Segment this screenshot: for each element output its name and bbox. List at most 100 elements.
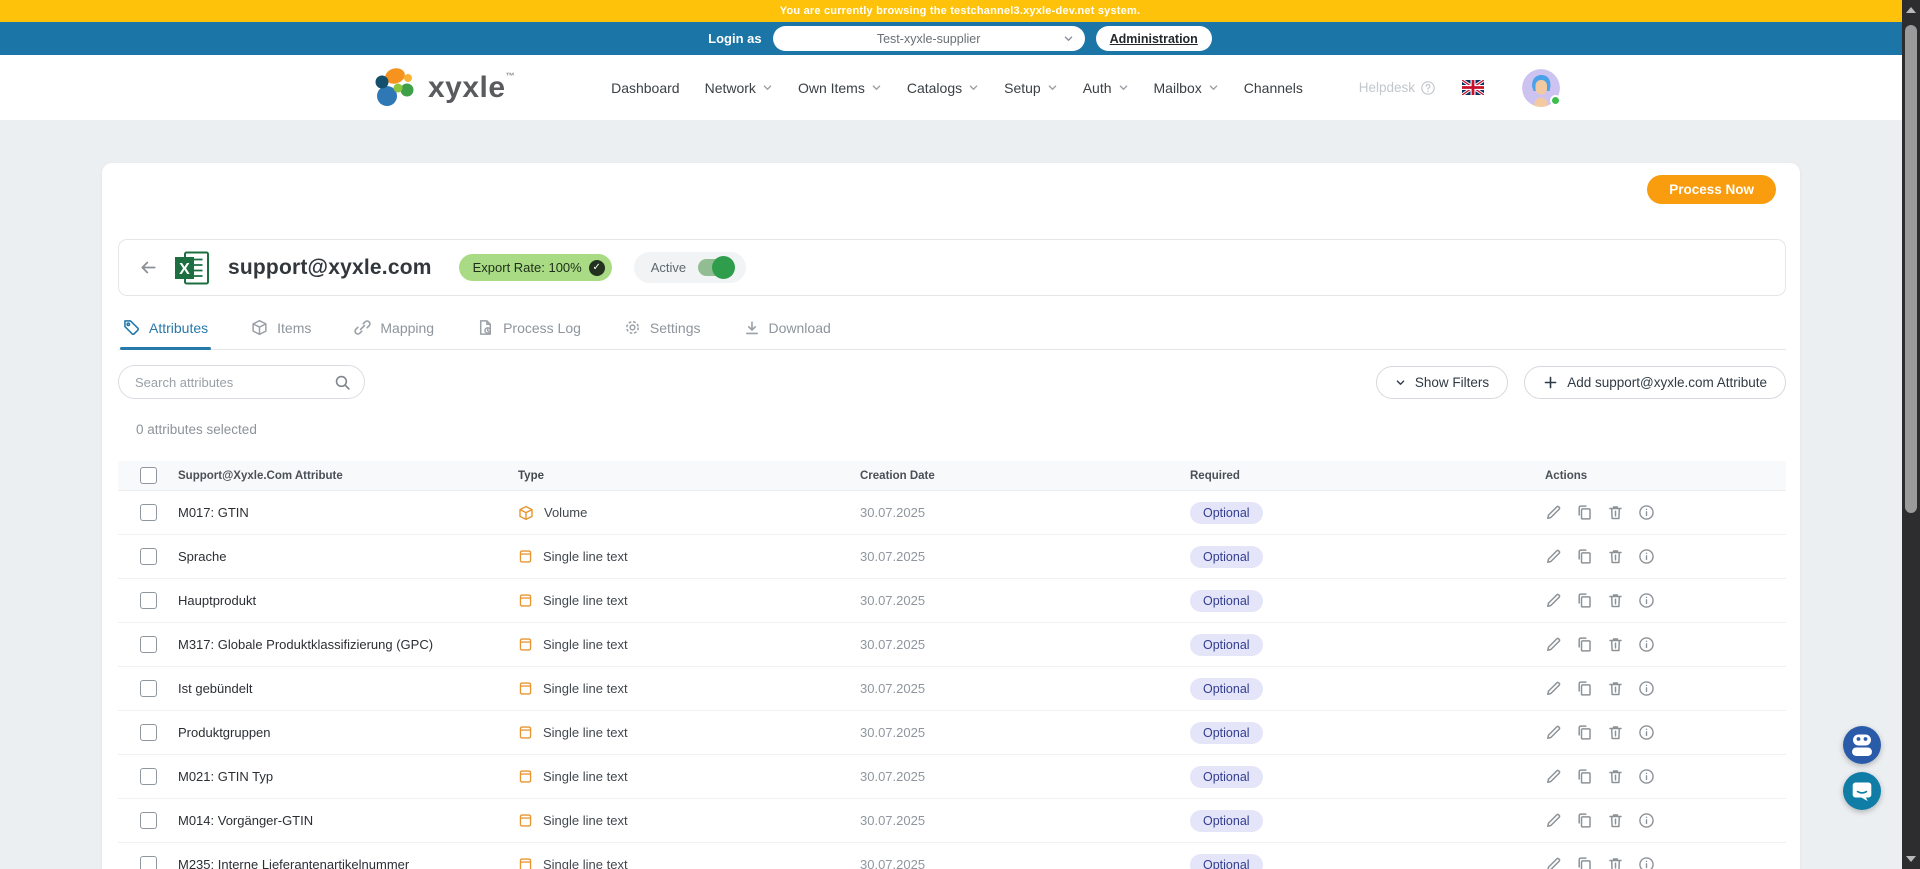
language-flag-uk[interactable] [1462,80,1484,95]
page-title: support@xyxle.com [228,256,432,280]
attribute-type-cell: Single line text [518,725,860,740]
tab-attributes[interactable]: Attributes [120,310,211,349]
info-button[interactable] [1638,768,1655,785]
edit-button[interactable] [1545,724,1562,741]
supplier-select-value: Test-xyxle-supplier [877,32,981,46]
helpdesk-link[interactable]: Helpdesk [1359,80,1436,96]
row-checkbox[interactable] [140,768,157,785]
edit-button[interactable] [1545,548,1562,565]
row-checkbox[interactable] [140,724,157,741]
info-button[interactable] [1638,724,1655,741]
select-all-checkbox[interactable] [140,467,157,484]
nav-item-catalogs[interactable]: Catalogs [907,80,979,96]
brand-logo[interactable]: xyxle™ [374,66,515,110]
scroll-down-arrow-icon[interactable] [1902,851,1920,867]
uk-flag-icon [1462,80,1484,95]
back-arrow-icon[interactable] [139,258,158,277]
messenger-chat-button[interactable] [1843,772,1881,810]
nav-item-channels[interactable]: Channels [1244,80,1303,96]
duplicate-button[interactable] [1576,504,1593,521]
tab-settings[interactable]: Settings [621,310,704,349]
nav-item-mailbox[interactable]: Mailbox [1154,80,1219,96]
chevron-down-icon [968,82,979,93]
row-checkbox[interactable] [140,592,157,609]
tab-items[interactable]: Items [248,310,314,349]
col-header-required: Required [1190,470,1545,482]
row-checkbox[interactable] [140,812,157,829]
required-badge: Optional [1190,546,1263,568]
delete-button[interactable] [1607,856,1624,869]
edit-button[interactable] [1545,636,1562,653]
nav-item-label: Network [705,80,756,96]
scrollbar-thumb[interactable] [1905,25,1917,513]
nav-item-dashboard[interactable]: Dashboard [611,80,680,96]
search-input[interactable] [135,375,334,390]
process-now-button[interactable]: Process Now [1647,175,1776,204]
duplicate-button[interactable] [1576,768,1593,785]
delete-button[interactable] [1607,636,1624,653]
robot-chat-button[interactable] [1843,726,1881,764]
required-badge: Optional [1190,722,1263,744]
table-row: Ist gebündeltSingle line text30.07.2025O… [118,667,1786,711]
tab-mapping[interactable]: Mapping [351,310,437,349]
edit-button[interactable] [1545,768,1562,785]
info-button[interactable] [1638,680,1655,697]
active-label: Active [651,260,686,275]
row-checkbox[interactable] [140,856,157,869]
scroll-up-arrow-icon[interactable] [1902,2,1920,18]
required-badge: Optional [1190,854,1263,869]
edit-button[interactable] [1545,856,1562,869]
info-button[interactable] [1638,504,1655,521]
edit-button[interactable] [1545,592,1562,609]
info-button[interactable] [1638,856,1655,869]
delete-button[interactable] [1607,504,1624,521]
row-checkbox[interactable] [140,636,157,653]
user-avatar[interactable] [1522,69,1560,107]
edit-button[interactable] [1545,504,1562,521]
active-toggle[interactable] [698,259,733,276]
row-checkbox[interactable] [140,680,157,697]
info-button[interactable] [1638,592,1655,609]
tab-download[interactable]: Download [741,310,834,349]
row-checkbox[interactable] [140,504,157,521]
duplicate-button[interactable] [1576,856,1593,869]
table-row: ProduktgruppenSingle line text30.07.2025… [118,711,1786,755]
nav-item-setup[interactable]: Setup [1004,80,1058,96]
edit-button[interactable] [1545,812,1562,829]
delete-button[interactable] [1607,724,1624,741]
nav-item-own-items[interactable]: Own Items [798,80,882,96]
info-button[interactable] [1638,548,1655,565]
search-icon[interactable] [334,374,351,391]
administration-link[interactable]: Administration [1096,26,1212,51]
duplicate-button[interactable] [1576,680,1593,697]
edit-button[interactable] [1545,680,1562,697]
delete-button[interactable] [1607,592,1624,609]
search-box [118,365,365,399]
row-checkbox[interactable] [140,548,157,565]
delete-button[interactable] [1607,768,1624,785]
add-attribute-button[interactable]: Add support@xyxle.com Attribute [1524,366,1786,399]
delete-button[interactable] [1607,680,1624,697]
info-button[interactable] [1638,812,1655,829]
nav-item-auth[interactable]: Auth [1083,80,1129,96]
excel-file-icon: X [174,251,210,285]
tab-process-log[interactable]: Process Log [474,310,584,349]
info-button[interactable] [1638,636,1655,653]
nav-item-network[interactable]: Network [705,80,773,96]
duplicate-button[interactable] [1576,636,1593,653]
channel-card: Process Now X support@xyxle.com Export R… [102,163,1800,869]
delete-button[interactable] [1607,812,1624,829]
duplicate-button[interactable] [1576,812,1593,829]
vertical-scrollbar[interactable] [1902,0,1920,869]
duplicate-button[interactable] [1576,592,1593,609]
nav-item-label: Dashboard [611,80,680,96]
delete-button[interactable] [1607,548,1624,565]
duplicate-button[interactable] [1576,724,1593,741]
duplicate-button[interactable] [1576,548,1593,565]
copy-icon [1576,636,1593,653]
copy-icon [1576,724,1593,741]
tab-label: Download [769,320,831,336]
show-filters-button[interactable]: Show Filters [1376,366,1508,399]
supplier-select[interactable]: Test-xyxle-supplier [773,26,1085,51]
creation-date: 30.07.2025 [860,505,1190,520]
